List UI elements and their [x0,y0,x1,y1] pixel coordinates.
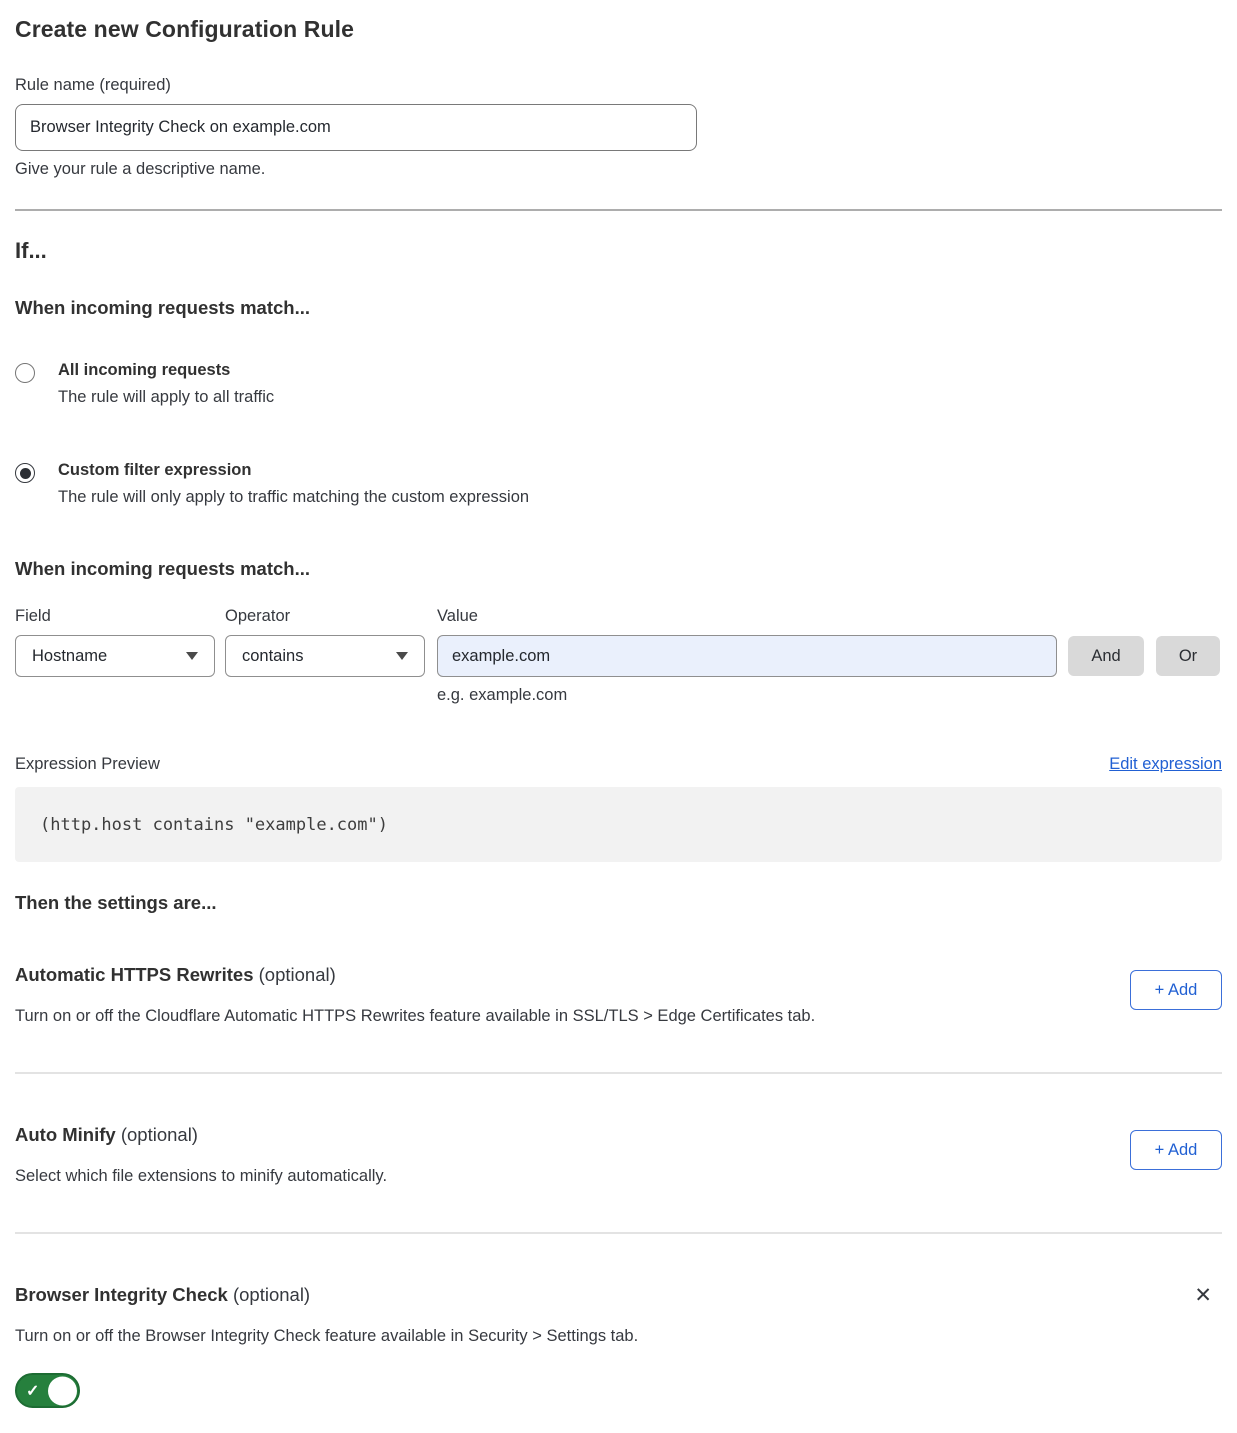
setting-auto-minify: Auto Minify (optional) Select which file… [15,1124,1222,1234]
expression-builder-row: Hostname contains And Or [15,635,1222,677]
value-column-label: Value [437,607,1057,626]
setting-head-row: Browser Integrity Check (optional) Turn … [15,1284,1222,1346]
rule-name-input[interactable] [15,104,697,151]
radio-option-custom-filter-expression[interactable]: Custom filter expression The rule will o… [15,461,1222,507]
edit-expression-link[interactable]: Edit expression [1109,755,1222,774]
browser-integrity-check-toggle[interactable]: ✓ [15,1373,80,1408]
radio-option-description: The rule will apply to all traffic [58,388,274,407]
setting-title-group: Browser Integrity Check (optional) Turn … [15,1284,638,1346]
spacer [15,1186,1222,1232]
expression-preview-code: (http.host contains "example.com") [15,787,1222,862]
close-icon[interactable]: ✕ [1194,1286,1212,1306]
rule-name-label: Rule name (required) [15,76,1222,95]
field-select[interactable]: Hostname [15,635,215,677]
value-input[interactable] [437,635,1057,677]
setting-title-group: Automatic HTTPS Rewrites (optional) Turn… [15,964,815,1026]
radio-button-icon[interactable] [15,363,35,383]
chevron-down-icon [396,652,408,660]
setting-head-row: Automatic HTTPS Rewrites (optional) Turn… [15,964,1222,1026]
field-select-value: Hostname [32,647,107,666]
field-column-label: Field [15,607,215,626]
setting-head-row: Auto Minify (optional) Select which file… [15,1124,1222,1186]
setting-title: Auto Minify [15,1124,116,1145]
setting-optional-suffix: (optional) [228,1284,310,1305]
divider [15,1072,1222,1074]
chevron-down-icon [186,652,198,660]
expression-code-text: (http.host contains "example.com") [40,815,388,835]
operator-select[interactable]: contains [225,635,425,677]
then-settings-heading: Then the settings are... [15,892,1222,914]
or-button[interactable]: Or [1156,636,1220,676]
radio-option-all-incoming-requests[interactable]: All incoming requests The rule will appl… [15,361,1222,407]
setting-description: Select which file extensions to minify a… [15,1167,387,1186]
setting-description: Turn on or off the Browser Integrity Che… [15,1327,638,1346]
radio-option-label: All incoming requests [58,361,274,380]
radio-option-texts: All incoming requests The rule will appl… [58,361,274,407]
check-icon: ✓ [26,1381,39,1401]
match-heading: When incoming requests match... [15,297,1222,319]
radio-option-label: Custom filter expression [58,461,529,480]
rule-name-helper: Give your rule a descriptive name. [15,160,1222,179]
create-configuration-rule-form: Create new Configuration Rule Rule name … [0,0,1237,1433]
setting-title-group: Auto Minify (optional) Select which file… [15,1124,387,1186]
operator-select-value: contains [242,647,303,666]
expression-preview-header: Expression Preview Edit expression [15,755,1222,774]
operator-column-label: Operator [225,607,425,626]
expression-builder-column-labels: Field Operator Value [15,607,1222,626]
setting-automatic-https-rewrites: Automatic HTTPS Rewrites (optional) Turn… [15,964,1222,1074]
page-title: Create new Configuration Rule [15,16,1222,43]
setting-title: Browser Integrity Check [15,1284,228,1305]
divider [15,209,1222,211]
setting-browser-integrity-check: Browser Integrity Check (optional) Turn … [15,1284,1222,1413]
divider [15,1232,1222,1234]
setting-title: Automatic HTTPS Rewrites [15,964,254,985]
value-hint: e.g. example.com [437,686,1222,705]
and-button[interactable]: And [1068,636,1144,676]
add-automatic-https-rewrites-button[interactable]: + Add [1130,970,1222,1010]
expression-preview-label: Expression Preview [15,755,160,774]
expression-builder-heading: When incoming requests match... [15,558,1222,580]
toggle-knob[interactable] [48,1376,77,1405]
add-auto-minify-button[interactable]: + Add [1130,1130,1222,1170]
radio-option-texts: Custom filter expression The rule will o… [58,461,529,507]
setting-description: Turn on or off the Cloudflare Automatic … [15,1007,815,1026]
if-heading: If... [15,238,1222,264]
spacer [15,1026,1222,1072]
setting-optional-suffix: (optional) [254,964,336,985]
radio-option-description: The rule will only apply to traffic matc… [58,488,529,507]
radio-button-icon[interactable] [15,463,35,483]
setting-optional-suffix: (optional) [116,1124,198,1145]
